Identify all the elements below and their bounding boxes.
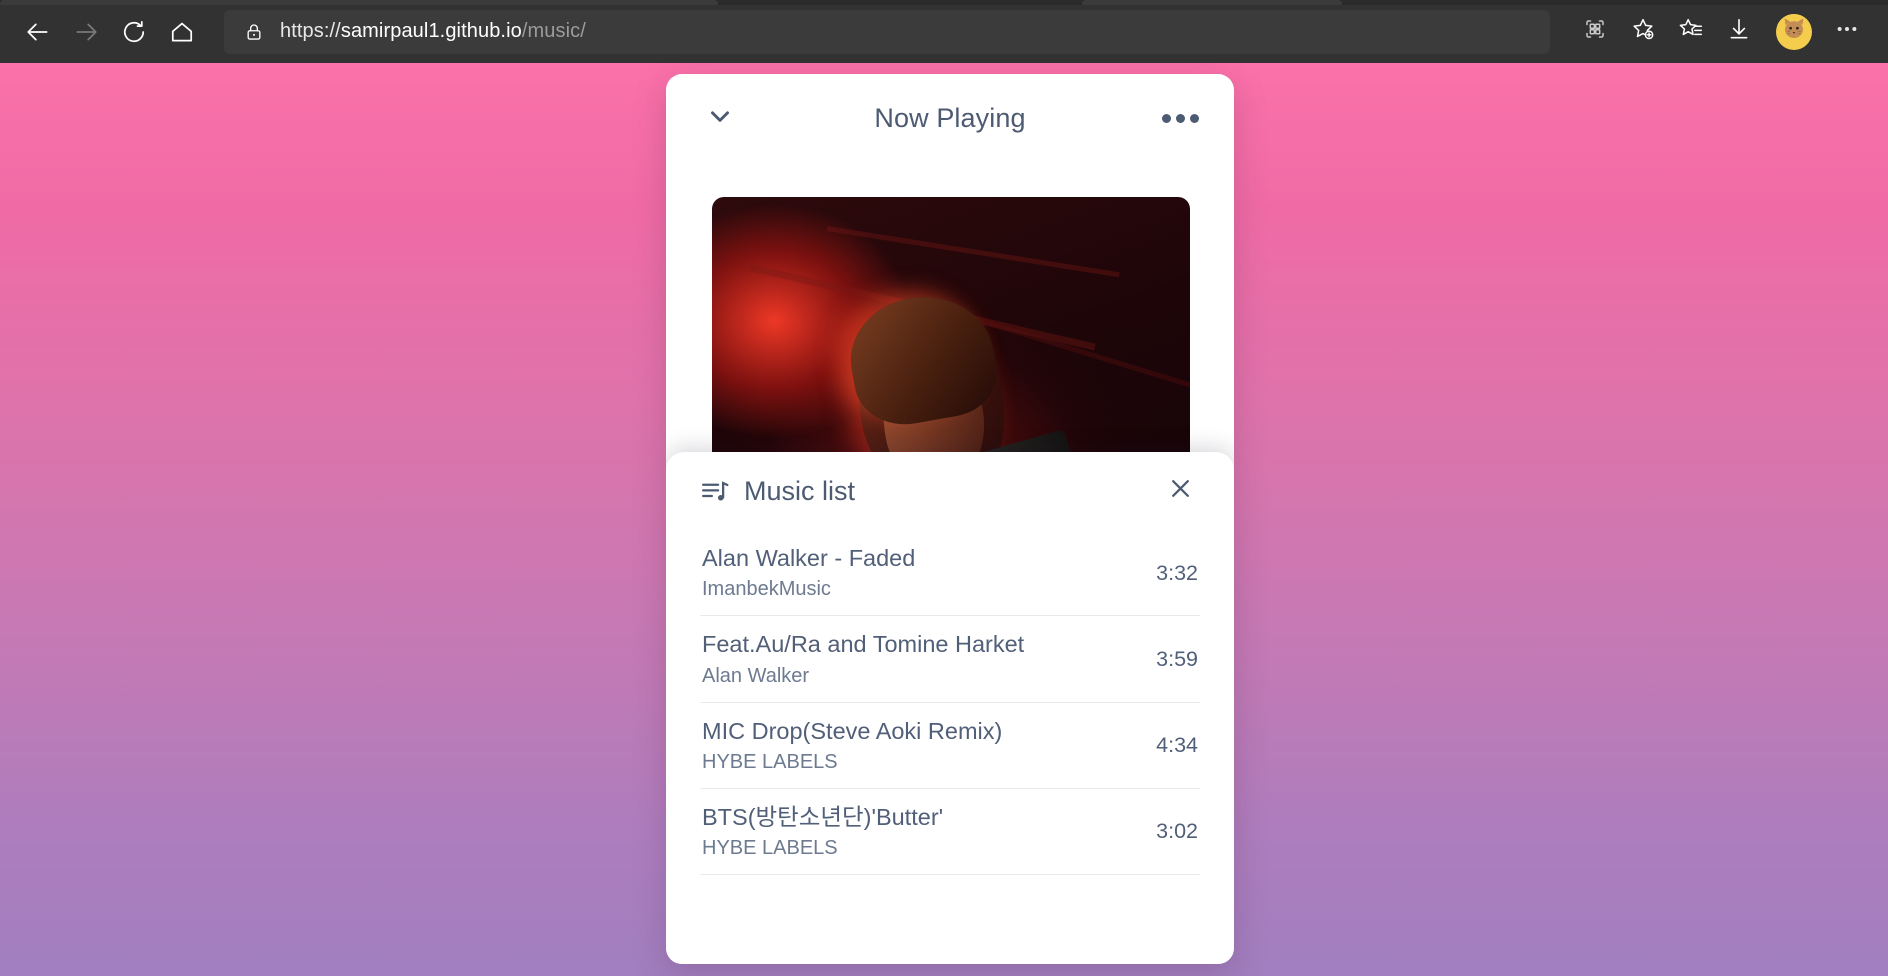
more-options-icon-dot-2 <box>1175 113 1185 123</box>
refresh-button[interactable] <box>110 8 158 56</box>
forward-button[interactable] <box>62 8 110 56</box>
add-to-favorites-button[interactable] <box>1620 9 1666 55</box>
track-info: BTS(방탄소년단)'Butter' HYBE LABELS <box>702 802 1140 862</box>
table-row[interactable]: Alan Walker - Faded ImanbekMusic 3:32 <box>700 530 1200 617</box>
arrow-left-icon <box>25 19 51 45</box>
track-duration: 3:59 <box>1156 646 1198 671</box>
browser-toolbar: https://samirpaul1.github.io/music/ <box>0 0 1888 63</box>
collapse-player-button[interactable] <box>698 96 742 140</box>
table-row[interactable]: Feat.Au/Ra and Tomine Harket Alan Walker… <box>700 616 1200 703</box>
table-row[interactable]: MIC Drop(Steve Aoki Remix) HYBE LABELS 4… <box>700 703 1200 789</box>
music-list-title: Music list <box>744 475 856 506</box>
home-button[interactable] <box>158 8 206 56</box>
tab-ghost-right[interactable] <box>1082 0 1342 5</box>
url-host: samirpaul1.github.io <box>340 20 522 42</box>
lock-icon <box>244 22 264 42</box>
split-screen-button[interactable] <box>1572 9 1618 55</box>
url-scheme: https:// <box>280 20 341 42</box>
track-duration: 4:34 <box>1156 733 1198 758</box>
stage-truss-2 <box>826 225 1120 278</box>
downloads-icon <box>1726 16 1752 47</box>
track-duration: 3:32 <box>1156 560 1198 585</box>
page-title: Now Playing <box>874 102 1026 133</box>
more-settings-icon <box>1834 16 1860 47</box>
track-list: Alan Walker - Faded ImanbekMusic 3:32 Fe… <box>700 530 1200 876</box>
player-options-button[interactable] <box>1158 96 1202 140</box>
url-text: https://samirpaul1.github.io/music/ <box>280 20 586 43</box>
table-row[interactable]: BTS(방탄소년단)'Butter' HYBE LABELS 3:02 <box>700 789 1200 876</box>
track-duration: 3:02 <box>1156 819 1198 844</box>
more-options-icon-dot-1 <box>1161 113 1171 123</box>
stage-truss-3 <box>988 321 1190 391</box>
address-bar[interactable]: https://samirpaul1.github.io/music/ <box>224 9 1550 54</box>
track-title: BTS(방탄소년단)'Butter' <box>702 803 944 830</box>
add-to-favorites-star-icon <box>1630 16 1656 47</box>
music-player-card: Now Playing Music list Alan Walker - Fad… <box>666 74 1234 964</box>
player-header: Now Playing <box>666 74 1234 162</box>
close-music-list-button[interactable] <box>1160 471 1200 511</box>
tab-strip <box>0 0 1888 5</box>
arrow-right-icon <box>73 19 99 45</box>
page-viewport: Now Playing Music list Alan Walker - Fad… <box>0 63 1888 976</box>
track-title: Feat.Au/Ra and Tomine Harket <box>702 631 1025 658</box>
queue-music-icon <box>700 476 730 506</box>
track-artist: HYBE LABELS <box>702 837 838 860</box>
url-path: /music/ <box>521 20 586 42</box>
tab-ghost-left[interactable] <box>0 0 718 5</box>
home-icon <box>169 19 195 45</box>
split-screen-icon <box>1583 17 1607 46</box>
track-artist: ImanbekMusic <box>702 578 831 601</box>
close-icon <box>1167 475 1194 507</box>
track-artist: Alan Walker <box>702 664 810 687</box>
track-info: MIC Drop(Steve Aoki Remix) HYBE LABELS <box>702 716 1140 776</box>
track-title: MIC Drop(Steve Aoki Remix) <box>702 717 1003 744</box>
more-options-icon-dot-3 <box>1189 113 1199 123</box>
track-info: Feat.Au/Ra and Tomine Harket Alan Walker <box>702 629 1140 689</box>
music-list-header: Music list <box>700 452 1200 530</box>
music-list-panel: Music list Alan Walker - Faded ImanbekMu… <box>666 452 1234 964</box>
favorites-button[interactable] <box>1668 9 1714 55</box>
toolbar-icons <box>1572 9 1874 55</box>
track-title: Alan Walker - Faded <box>702 545 916 571</box>
chevron-down-icon <box>705 101 735 136</box>
more-settings-button[interactable] <box>1824 9 1870 55</box>
profile-avatar[interactable] <box>1776 13 1812 50</box>
downloads-button[interactable] <box>1716 9 1762 55</box>
track-artist: HYBE LABELS <box>702 751 838 774</box>
refresh-icon <box>121 19 147 45</box>
track-info: Alan Walker - Faded ImanbekMusic <box>702 543 1140 603</box>
cat-avatar-icon <box>1777 13 1811 50</box>
back-button[interactable] <box>14 8 62 56</box>
favorites-list-icon <box>1678 16 1704 47</box>
